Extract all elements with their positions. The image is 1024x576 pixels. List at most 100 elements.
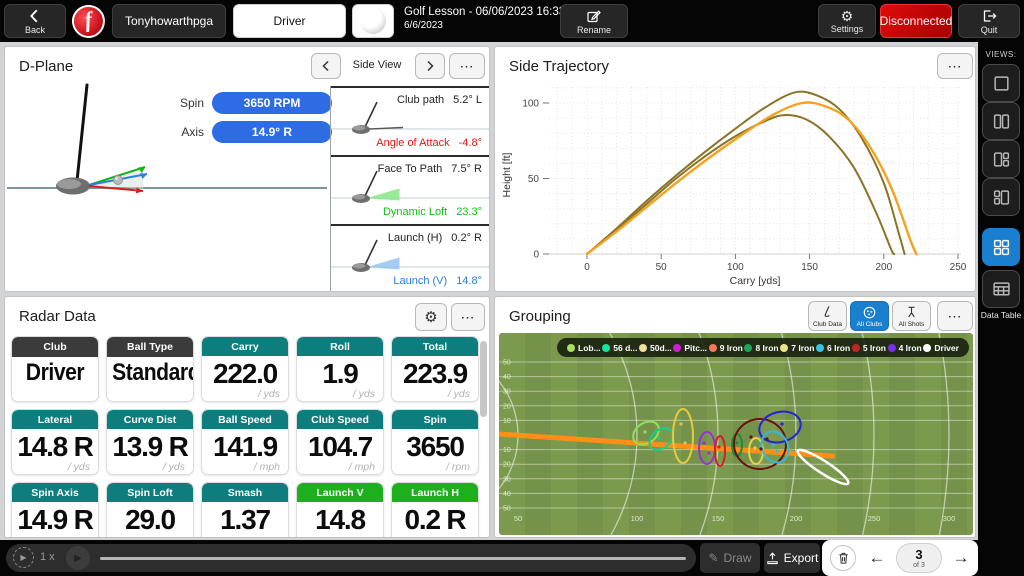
previous-shot-button[interactable]: ← bbox=[864, 545, 890, 571]
radar-tile-unit: / yds bbox=[12, 461, 98, 474]
timeline-slider[interactable] bbox=[100, 557, 686, 560]
radar-tile-unit: / yds bbox=[202, 388, 288, 401]
metric-label: Dynamic Loft bbox=[383, 206, 447, 218]
legend-item[interactable]: 8 Iron bbox=[744, 343, 778, 353]
back-button[interactable]: Back bbox=[4, 4, 66, 38]
legend-item[interactable]: 9 Iron bbox=[709, 343, 743, 353]
radar-more-button[interactable]: ⋯ bbox=[451, 303, 485, 331]
data-table-label: Data Table bbox=[978, 310, 1024, 321]
main-area: D-Plane Side View ⋯ Spin 3650 RPM bbox=[0, 42, 978, 540]
grouping-btn-all-shots[interactable]: All Shots bbox=[892, 301, 931, 331]
dplane-more-button[interactable]: ⋯ bbox=[449, 53, 485, 79]
legend-item[interactable]: 5 Iron bbox=[852, 343, 886, 353]
radar-tile-header: Curve Dist bbox=[107, 410, 193, 429]
ball-button[interactable] bbox=[352, 4, 394, 38]
layout-grid4-icon bbox=[992, 238, 1011, 257]
legend-item[interactable]: Driver bbox=[923, 343, 959, 353]
radar-tile: Carry222.0/ yds bbox=[201, 336, 289, 402]
metric-value: 14.8° bbox=[456, 275, 482, 287]
quit-icon bbox=[981, 8, 997, 24]
radar-tile-value: 14.8 R bbox=[12, 433, 98, 461]
radar-settings-button[interactable]: ⚙ bbox=[415, 303, 447, 331]
metric-value: -4.8° bbox=[459, 137, 482, 149]
chevron-left-icon bbox=[321, 60, 331, 72]
radar-tile: Ball Speed141.9/ mph bbox=[201, 409, 289, 475]
legend-item[interactable]: 7 Iron bbox=[780, 343, 814, 353]
radar-tile-unit: / yds bbox=[107, 461, 193, 474]
grouping-btn-all-clubs[interactable]: All Clubs bbox=[850, 301, 889, 331]
playback-speed-button[interactable]: ▶ bbox=[13, 547, 34, 568]
delete-shot-button[interactable] bbox=[830, 545, 856, 571]
dplane-prev-view-button[interactable] bbox=[311, 53, 341, 79]
top-bar: Back f Tonyhowarthpga Driver Golf Lesson… bbox=[0, 0, 1024, 42]
club-select-button[interactable]: Driver bbox=[233, 4, 346, 38]
view-button-layout-single[interactable] bbox=[982, 64, 1020, 102]
export-button[interactable]: Export bbox=[764, 543, 820, 573]
metric-label: Launch (H) bbox=[388, 232, 442, 244]
legend-item[interactable]: 6 Iron bbox=[816, 343, 850, 353]
settings-label: Settings bbox=[831, 24, 864, 34]
radar-tile-header: Roll bbox=[297, 337, 383, 356]
layout-1-2-icon bbox=[992, 150, 1011, 169]
view-button-layout-1-2[interactable] bbox=[982, 140, 1020, 178]
radar-tile-value: 104.7 bbox=[297, 433, 383, 461]
legend-label: 9 Iron bbox=[720, 343, 743, 353]
legend-item[interactable]: Pitc... bbox=[673, 343, 707, 353]
quit-label: Quit bbox=[981, 25, 998, 35]
legend-item[interactable]: 56 d... bbox=[602, 343, 637, 353]
legend-label: 50d... bbox=[650, 343, 672, 353]
radar-tile-header: Spin bbox=[392, 410, 478, 429]
view-button-layout-grid4[interactable] bbox=[982, 228, 1020, 266]
svg-text:0: 0 bbox=[584, 262, 590, 273]
grouping-btn-club-data[interactable]: Club Data bbox=[808, 301, 847, 331]
svg-text:100: 100 bbox=[522, 99, 539, 110]
legend-item[interactable]: Lob... bbox=[567, 343, 601, 353]
next-shot-button[interactable]: → bbox=[948, 545, 974, 571]
metric-label: Angle of Attack bbox=[376, 137, 449, 149]
session-info: Golf Lesson - 06/06/2023 16:33:42 6/6/20… bbox=[404, 6, 581, 31]
radar-scrollbar[interactable] bbox=[480, 341, 487, 417]
legend-label: 7 Iron bbox=[791, 343, 814, 353]
rename-button[interactable]: Rename bbox=[560, 4, 628, 38]
play-button[interactable]: ▶ bbox=[66, 546, 90, 570]
radar-tile-unit: / mph bbox=[297, 461, 383, 474]
gear-icon: ⚙ bbox=[424, 308, 437, 326]
legend-dot-icon bbox=[602, 344, 610, 352]
radar-tile-value: 223.9 bbox=[392, 360, 478, 388]
radar-tile-value: 0.2 R bbox=[392, 506, 478, 534]
legend-dot-icon bbox=[852, 344, 860, 352]
connection-status-button[interactable]: Disconnected bbox=[880, 4, 952, 38]
svg-text:250: 250 bbox=[950, 262, 967, 273]
draw-button[interactable]: ✎ Draw bbox=[700, 543, 760, 573]
draw-label: Draw bbox=[724, 551, 752, 565]
view-button-layout-2col[interactable] bbox=[982, 102, 1020, 140]
trajectory-more-button[interactable]: ⋯ bbox=[937, 53, 973, 79]
club-name: Driver bbox=[274, 14, 306, 28]
player-button[interactable]: Tonyhowarthpga bbox=[112, 4, 226, 38]
quit-button[interactable]: Quit bbox=[958, 4, 1020, 38]
view-button-data-table[interactable] bbox=[982, 270, 1020, 308]
legend-dot-icon bbox=[816, 344, 824, 352]
back-label: Back bbox=[25, 25, 45, 35]
grouping-more-button[interactable]: ⋯ bbox=[937, 301, 973, 331]
legend-item[interactable]: 4 Iron bbox=[888, 343, 922, 353]
legend-item[interactable]: 50d... bbox=[639, 343, 672, 353]
radar-tile-header: Ball Speed bbox=[202, 410, 288, 429]
dplane-metric-cells: Club path5.2° LAngle of Attack-4.8°Face … bbox=[330, 86, 490, 292]
radar-tile-unit bbox=[107, 385, 193, 398]
chevron-right-icon bbox=[425, 60, 435, 72]
radar-tile: Spin3650/ rpm bbox=[391, 409, 479, 475]
legend-dot-icon bbox=[780, 344, 788, 352]
dplane-next-view-button[interactable] bbox=[415, 53, 445, 79]
radar-tile-value: Standard bbox=[112, 361, 188, 385]
radar-tile-grid: ClubDriverBall TypeStandardCarry222.0/ y… bbox=[11, 336, 479, 538]
settings-button[interactable]: ⚙ Settings bbox=[818, 4, 876, 38]
svg-text:30: 30 bbox=[503, 476, 511, 483]
golf-ball-icon bbox=[360, 8, 386, 34]
radar-tile-value: 14.9 R bbox=[12, 506, 98, 534]
view-button-layout-2-1[interactable] bbox=[982, 178, 1020, 216]
shot-counter: 3 of 3 bbox=[896, 543, 942, 573]
svg-text:40: 40 bbox=[503, 491, 511, 498]
radar-tile-unit bbox=[12, 534, 98, 538]
metric-value: 0.2° R bbox=[451, 232, 482, 244]
